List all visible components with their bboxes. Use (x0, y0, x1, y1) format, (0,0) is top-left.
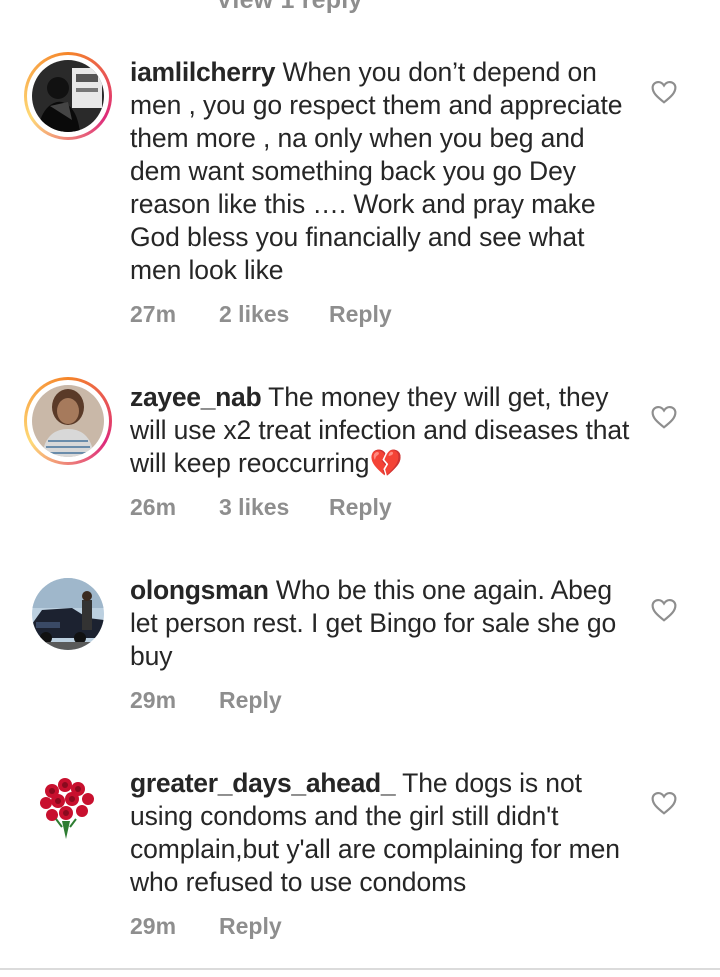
comment-time: 29m (130, 913, 177, 939)
comment-text: zayee_nab The money they will get, they … (130, 381, 630, 480)
comment-time: 26m (130, 494, 177, 520)
comment-meta: 29m Reply (130, 687, 282, 714)
comment-meta: 26m 3 likes Reply (130, 494, 392, 521)
roses-icon[interactable] (32, 771, 104, 843)
user-photo-icon (32, 60, 104, 132)
comment-likes[interactable]: 2 likes (219, 301, 329, 328)
comment-likes[interactable]: 3 likes (219, 494, 329, 521)
comment-text: greater_days_ahead_ The dogs is not usin… (130, 767, 630, 899)
divider (0, 968, 720, 970)
comment-time: 29m (130, 687, 177, 713)
comment-username[interactable]: olongsman (130, 575, 269, 605)
comment-body: When you don’t depend on men , you go re… (130, 57, 623, 285)
comment-username[interactable]: greater_days_ahead_ (130, 768, 396, 798)
comment-time: 27m (130, 301, 177, 327)
view-replies-link[interactable]: View 1 reply (216, 0, 362, 15)
comment-text: iamlilcherry When you don’t depend on me… (130, 56, 630, 287)
comment-username[interactable]: zayee_nab (130, 382, 262, 412)
reply-button[interactable]: Reply (329, 494, 392, 521)
comment-meta: 27m 2 likes Reply (130, 301, 392, 328)
user-photo-icon (32, 385, 104, 457)
avatar-story-ring[interactable] (24, 52, 112, 140)
reply-button[interactable]: Reply (329, 301, 392, 328)
comment-meta: 29m Reply (130, 913, 282, 940)
reply-button[interactable]: Reply (219, 687, 282, 714)
comment-text: olongsman Who be this one again. Abeg le… (130, 574, 630, 673)
like-heart-icon[interactable] (651, 598, 677, 622)
reply-button[interactable]: Reply (219, 913, 282, 940)
user-photo-icon[interactable] (32, 578, 104, 650)
like-heart-icon[interactable] (651, 80, 677, 104)
avatar-story-ring[interactable] (24, 377, 112, 465)
like-heart-icon[interactable] (651, 405, 677, 429)
comment-username[interactable]: iamlilcherry (130, 57, 275, 87)
like-heart-icon[interactable] (651, 791, 677, 815)
